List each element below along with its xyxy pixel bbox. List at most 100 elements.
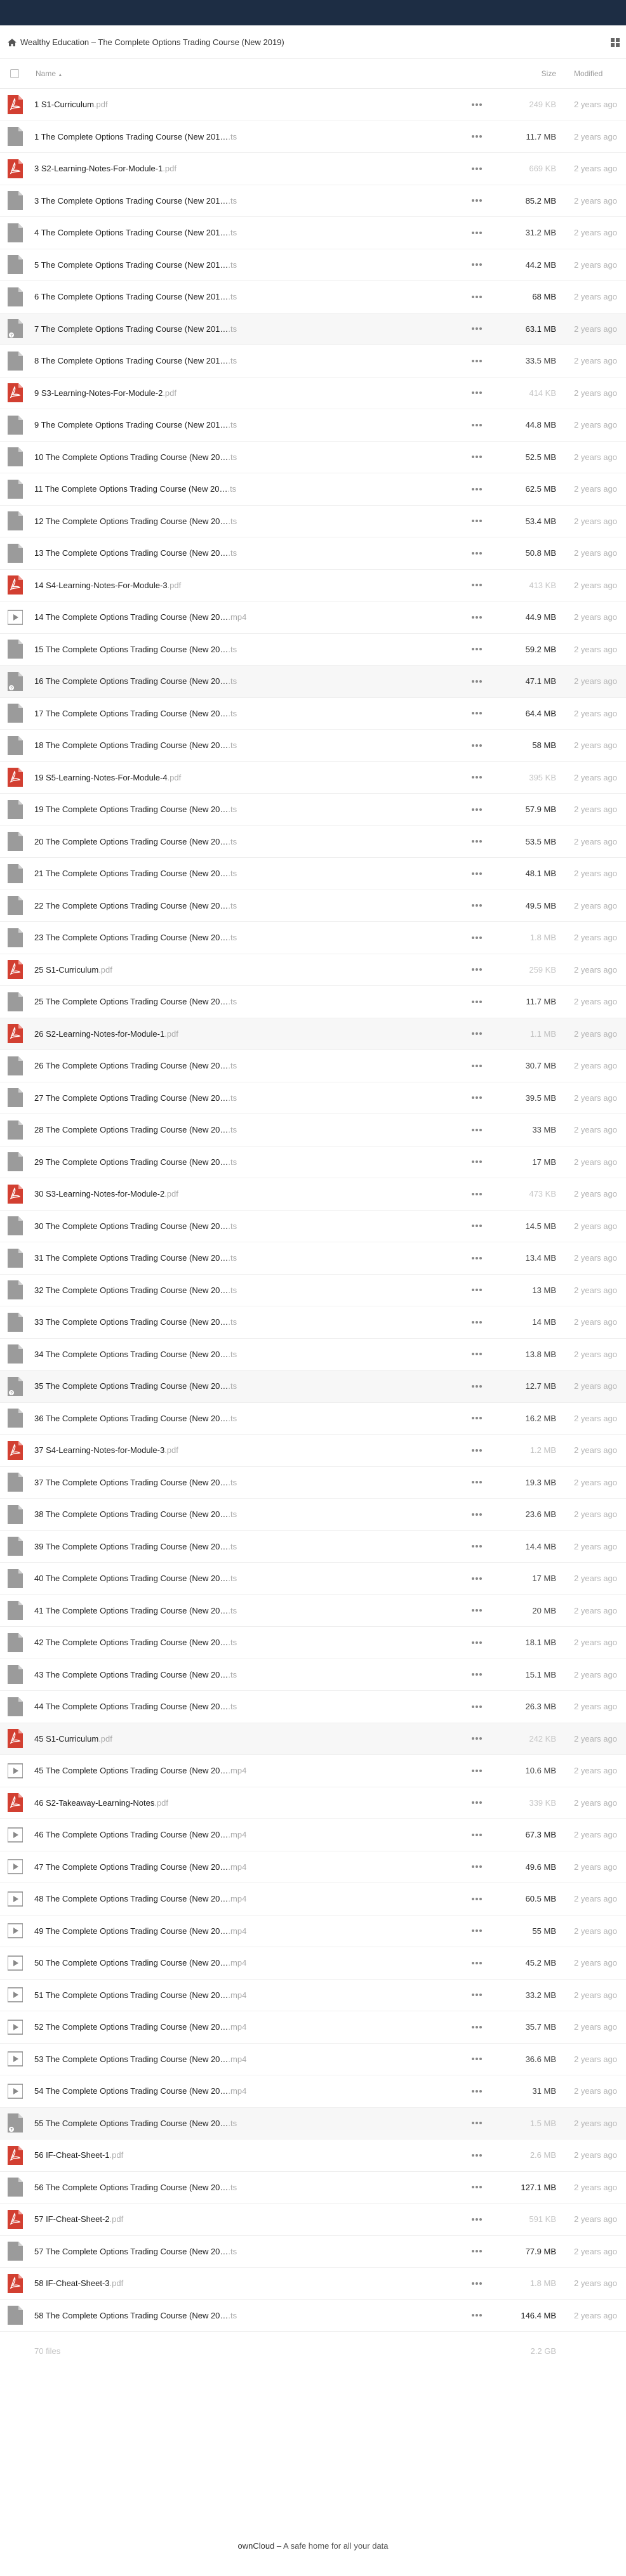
file-row[interactable]: 3 The Complete Options Trading Course (N… bbox=[0, 185, 626, 217]
more-actions-icon[interactable] bbox=[467, 2089, 486, 2093]
file-name[interactable]: 37 S4-Learning-Notes-for-Module-3.pdf bbox=[34, 1445, 467, 1455]
more-actions-icon[interactable] bbox=[467, 1449, 486, 1452]
file-row[interactable]: 33 The Complete Options Trading Course (… bbox=[0, 1306, 626, 1339]
more-actions-icon[interactable] bbox=[467, 135, 486, 138]
more-actions-icon[interactable] bbox=[467, 1705, 486, 1708]
more-actions-icon[interactable] bbox=[467, 680, 486, 683]
file-row[interactable]: 58 IF-Cheat-Sheet-3.pdf 1.8 MB 2 years ago bbox=[0, 2268, 626, 2300]
file-name[interactable]: 30 S3-Learning-Notes-for-Module-2.pdf bbox=[34, 1189, 467, 1199]
file-name[interactable]: 8 The Complete Options Trading Course (N… bbox=[34, 356, 467, 365]
column-size-header[interactable]: Size bbox=[512, 69, 556, 78]
more-actions-icon[interactable] bbox=[467, 199, 486, 202]
more-actions-icon[interactable] bbox=[467, 1929, 486, 1933]
more-actions-icon[interactable] bbox=[467, 103, 486, 106]
file-name[interactable]: 35 The Complete Options Trading Course (… bbox=[34, 1381, 467, 1391]
file-row[interactable]: 57 The Complete Options Trading Course (… bbox=[0, 2236, 626, 2268]
file-row[interactable]: 51 The Complete Options Trading Course (… bbox=[0, 1980, 626, 2011]
file-name[interactable]: 7 The Complete Options Trading Course (N… bbox=[34, 324, 467, 334]
file-row[interactable]: 49 The Complete Options Trading Course (… bbox=[0, 1916, 626, 1947]
file-row[interactable]: 45 The Complete Options Trading Course (… bbox=[0, 1755, 626, 1787]
file-name[interactable]: 26 S2-Learning-Notes-for-Module-1.pdf bbox=[34, 1029, 467, 1039]
file-row[interactable]: 19 The Complete Options Trading Course (… bbox=[0, 794, 626, 826]
file-name[interactable]: 45 S1-Curriculum.pdf bbox=[34, 1734, 467, 1744]
file-name[interactable]: 34 The Complete Options Trading Course (… bbox=[34, 1350, 467, 1359]
more-actions-icon[interactable] bbox=[467, 1128, 486, 1131]
file-name[interactable]: 28 The Complete Options Trading Course (… bbox=[34, 1125, 467, 1134]
more-actions-icon[interactable] bbox=[467, 359, 486, 362]
file-name[interactable]: 1 S1-Curriculum.pdf bbox=[34, 100, 467, 109]
file-row[interactable]: 36 The Complete Options Trading Course (… bbox=[0, 1403, 626, 1435]
file-row[interactable]: 11 The Complete Options Trading Course (… bbox=[0, 473, 626, 506]
file-name[interactable]: 17 The Complete Options Trading Course (… bbox=[34, 709, 467, 718]
more-actions-icon[interactable] bbox=[467, 1961, 486, 1964]
more-actions-icon[interactable] bbox=[467, 1481, 486, 1484]
more-actions-icon[interactable] bbox=[467, 1289, 486, 1292]
file-row[interactable]: 9 S3-Learning-Notes-For-Module-2.pdf 414 … bbox=[0, 378, 626, 409]
file-row[interactable]: 52 The Complete Options Trading Course (… bbox=[0, 2011, 626, 2044]
file-row[interactable]: 1 The Complete Options Trading Course (N… bbox=[0, 121, 626, 153]
column-modified-header[interactable]: Modified bbox=[556, 69, 626, 78]
more-actions-icon[interactable] bbox=[467, 744, 486, 747]
file-row[interactable]: ? 55 The Complete Options Trading Course … bbox=[0, 2107, 626, 2139]
file-row[interactable]: 14 The Complete Options Trading Course (… bbox=[0, 601, 626, 634]
more-actions-icon[interactable] bbox=[467, 423, 486, 426]
file-name[interactable]: 3 The Complete Options Trading Course (N… bbox=[34, 196, 467, 206]
more-actions-icon[interactable] bbox=[467, 231, 486, 234]
file-row[interactable]: 31 The Complete Options Trading Course (… bbox=[0, 1242, 626, 1275]
file-name[interactable]: 39 The Complete Options Trading Course (… bbox=[34, 1542, 467, 1551]
file-name[interactable]: 42 The Complete Options Trading Course (… bbox=[34, 1638, 467, 1647]
more-actions-icon[interactable] bbox=[467, 2186, 486, 2189]
footer-brand[interactable]: ownCloud bbox=[237, 2541, 274, 2551]
more-actions-icon[interactable] bbox=[467, 1160, 486, 1164]
more-actions-icon[interactable] bbox=[467, 1064, 486, 1067]
file-name[interactable]: 25 S1-Curriculum.pdf bbox=[34, 965, 467, 975]
file-name[interactable]: 57 The Complete Options Trading Course (… bbox=[34, 2247, 467, 2256]
file-name[interactable]: 14 The Complete Options Trading Course (… bbox=[34, 612, 467, 622]
file-row[interactable]: 41 The Complete Options Trading Course (… bbox=[0, 1595, 626, 1627]
file-row[interactable]: 42 The Complete Options Trading Course (… bbox=[0, 1627, 626, 1659]
file-row[interactable]: 29 The Complete Options Trading Course (… bbox=[0, 1147, 626, 1178]
more-actions-icon[interactable] bbox=[467, 456, 486, 459]
more-actions-icon[interactable] bbox=[467, 1545, 486, 1548]
file-row[interactable]: 46 The Complete Options Trading Course (… bbox=[0, 1819, 626, 1851]
more-actions-icon[interactable] bbox=[467, 1256, 486, 1259]
file-name[interactable]: 29 The Complete Options Trading Course (… bbox=[34, 1157, 467, 1167]
more-actions-icon[interactable] bbox=[467, 936, 486, 939]
file-row[interactable]: 57 IF-Cheat-Sheet-2.pdf 591 KB 2 years ago bbox=[0, 2204, 626, 2236]
file-name[interactable]: 33 The Complete Options Trading Course (… bbox=[34, 1317, 467, 1327]
more-actions-icon[interactable] bbox=[467, 2218, 486, 2221]
more-actions-icon[interactable] bbox=[467, 1192, 486, 1195]
file-name[interactable]: 26 The Complete Options Trading Course (… bbox=[34, 1061, 467, 1070]
more-actions-icon[interactable] bbox=[467, 2025, 486, 2028]
file-row[interactable]: 27 The Complete Options Trading Course (… bbox=[0, 1082, 626, 1114]
file-name[interactable]: 16 The Complete Options Trading Course (… bbox=[34, 676, 467, 686]
file-name[interactable]: 4 The Complete Options Trading Course (N… bbox=[34, 228, 467, 237]
file-name[interactable]: 56 IF-Cheat-Sheet-1.pdf bbox=[34, 2150, 467, 2160]
more-actions-icon[interactable] bbox=[467, 1865, 486, 1869]
file-row[interactable]: 26 S2-Learning-Notes-for-Module-1.pdf 1.1… bbox=[0, 1018, 626, 1050]
more-actions-icon[interactable] bbox=[467, 584, 486, 587]
file-name[interactable]: 10 The Complete Options Trading Course (… bbox=[34, 452, 467, 462]
more-actions-icon[interactable] bbox=[467, 2122, 486, 2125]
file-row[interactable]: 56 The Complete Options Trading Course (… bbox=[0, 2172, 626, 2204]
file-name[interactable]: 56 The Complete Options Trading Course (… bbox=[34, 2183, 467, 2192]
select-all-checkbox[interactable] bbox=[10, 69, 19, 78]
more-actions-icon[interactable] bbox=[467, 615, 486, 619]
file-name[interactable]: 15 The Complete Options Trading Course (… bbox=[34, 645, 467, 654]
more-actions-icon[interactable] bbox=[467, 327, 486, 331]
file-name[interactable]: 19 The Complete Options Trading Course (… bbox=[34, 805, 467, 814]
file-row[interactable]: 38 The Complete Options Trading Course (… bbox=[0, 1499, 626, 1531]
more-actions-icon[interactable] bbox=[467, 1320, 486, 1324]
more-actions-icon[interactable] bbox=[467, 2058, 486, 2061]
file-name[interactable]: 12 The Complete Options Trading Course (… bbox=[34, 516, 467, 526]
file-row[interactable]: 32 The Complete Options Trading Course (… bbox=[0, 1275, 626, 1306]
more-actions-icon[interactable] bbox=[467, 904, 486, 907]
file-row[interactable]: 8 The Complete Options Trading Course (N… bbox=[0, 345, 626, 378]
more-actions-icon[interactable] bbox=[467, 1225, 486, 1228]
file-name[interactable]: 50 The Complete Options Trading Course (… bbox=[34, 1958, 467, 1968]
file-name[interactable]: 51 The Complete Options Trading Course (… bbox=[34, 1990, 467, 2000]
more-actions-icon[interactable] bbox=[467, 1994, 486, 1997]
more-actions-icon[interactable] bbox=[467, 487, 486, 490]
file-name[interactable]: 11 The Complete Options Trading Course (… bbox=[34, 484, 467, 494]
file-row[interactable]: 58 The Complete Options Trading Course (… bbox=[0, 2300, 626, 2332]
